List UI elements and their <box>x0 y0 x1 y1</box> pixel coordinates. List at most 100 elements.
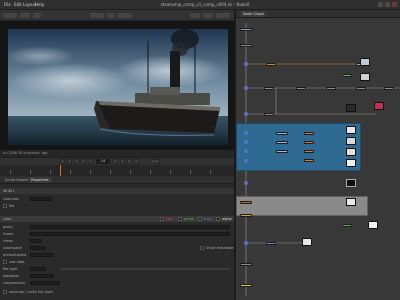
thumbnail <box>360 58 370 66</box>
node[interactable] <box>240 44 252 47</box>
red-checkbox[interactable] <box>160 217 164 221</box>
next-key-icon[interactable] <box>127 159 132 164</box>
node[interactable] <box>356 87 366 90</box>
viewer-toolbar <box>0 10 234 21</box>
proxy-field[interactable] <box>30 232 230 236</box>
prop-row: compression <box>0 280 234 286</box>
menu-help[interactable]: Help <box>35 2 44 7</box>
node[interactable] <box>276 132 288 135</box>
prop-row: proxy <box>0 224 234 230</box>
zoom-select[interactable] <box>190 13 200 18</box>
frame-field[interactable]: 14 <box>96 159 110 164</box>
prop-row: raw data <box>0 259 234 265</box>
dot-node[interactable] <box>244 149 248 153</box>
playhead[interactable] <box>60 165 61 176</box>
node[interactable] <box>264 87 274 90</box>
play-icon[interactable] <box>113 159 118 164</box>
dot-node[interactable] <box>244 241 248 245</box>
keyer-node[interactable] <box>342 74 352 77</box>
timeline-tick <box>30 170 31 174</box>
node[interactable] <box>276 150 288 153</box>
channel-select[interactable] <box>3 13 17 18</box>
views-select[interactable] <box>30 246 46 250</box>
node[interactable] <box>296 87 306 90</box>
fps-field[interactable] <box>150 159 160 164</box>
datatype-select[interactable] <box>30 274 54 278</box>
transform-node[interactable] <box>266 63 276 66</box>
thumbnail <box>302 238 312 246</box>
file-type-select[interactable] <box>30 267 46 271</box>
layer-select[interactable] <box>20 13 30 18</box>
node[interactable] <box>304 150 314 153</box>
checkbox[interactable] <box>3 260 7 264</box>
prop-label: views <box>3 239 13 243</box>
steamship-image <box>0 21 234 150</box>
alpha-checkbox[interactable] <box>216 217 220 221</box>
prop-row: views <box>0 238 234 244</box>
backdrop-blue[interactable] <box>236 123 361 171</box>
viewer-canvas[interactable] <box>0 21 234 150</box>
node[interactable] <box>304 159 314 162</box>
dot-node[interactable] <box>244 131 248 135</box>
alpha-select[interactable] <box>33 13 41 18</box>
merge-node[interactable] <box>240 201 252 204</box>
dot-node[interactable] <box>244 181 248 185</box>
colorspace-select[interactable] <box>30 253 54 257</box>
checkbox[interactable] <box>3 204 7 208</box>
tab-script-viewer[interactable]: Script Viewer <box>2 177 31 183</box>
node[interactable] <box>266 242 276 245</box>
next-frame-icon[interactable] <box>120 159 125 164</box>
green-checkbox[interactable] <box>178 217 182 221</box>
tab-properties[interactable]: Properties <box>28 177 52 183</box>
prop-label: channels <box>3 197 19 201</box>
dot-node[interactable] <box>244 62 248 66</box>
node[interactable] <box>326 87 336 90</box>
prop-row: premultiplied <box>0 252 234 258</box>
node[interactable] <box>342 224 352 227</box>
properties-panel: Write1 channels file rgba red green blue… <box>0 184 234 300</box>
show-metadata-checkbox[interactable] <box>200 246 204 250</box>
thumbnail <box>374 102 384 110</box>
node[interactable] <box>384 87 394 90</box>
read-node[interactable] <box>240 28 252 31</box>
file-field[interactable] <box>30 225 230 229</box>
node[interactable] <box>304 132 314 135</box>
last-frame-icon[interactable] <box>134 159 139 164</box>
blue-label: blue <box>204 217 212 221</box>
input-a-select[interactable] <box>90 13 104 18</box>
blue-checkbox[interactable] <box>198 217 202 221</box>
prev-key-icon[interactable] <box>67 159 72 164</box>
channels-select[interactable] <box>30 197 52 201</box>
node[interactable] <box>264 113 274 116</box>
dot-node[interactable] <box>244 112 248 116</box>
input-b-select[interactable] <box>118 13 132 18</box>
timeline-tick <box>50 170 51 174</box>
node-graph[interactable] <box>236 18 400 300</box>
proxy-select[interactable] <box>203 13 213 18</box>
wipe-select[interactable] <box>107 13 115 18</box>
node[interactable] <box>240 263 252 266</box>
dot-node[interactable] <box>244 140 248 144</box>
first-frame-icon[interactable] <box>60 159 65 164</box>
tab-node-graph[interactable]: Node Graph <box>240 11 267 17</box>
menu-edit[interactable]: Edit <box>14 2 22 7</box>
write-node[interactable] <box>240 284 252 287</box>
dot-node[interactable] <box>244 159 248 163</box>
stop-icon[interactable] <box>88 159 93 164</box>
compression-select[interactable] <box>30 281 60 285</box>
grade-node[interactable] <box>240 214 252 217</box>
dot-node[interactable] <box>244 86 248 90</box>
node[interactable] <box>276 141 288 144</box>
play-back-icon[interactable] <box>81 159 86 164</box>
minimize-icon[interactable] <box>378 2 383 7</box>
slider-track[interactable] <box>60 268 230 270</box>
node[interactable] <box>304 141 314 144</box>
timeline[interactable] <box>0 165 234 176</box>
menu-file[interactable]: File <box>4 2 11 7</box>
checkbox[interactable] <box>3 290 7 294</box>
frame-field[interactable] <box>30 239 42 243</box>
prev-frame-icon[interactable] <box>74 159 79 164</box>
close-icon[interactable] <box>392 2 397 7</box>
maximize-icon[interactable] <box>385 2 390 7</box>
roi-select[interactable] <box>216 13 230 18</box>
